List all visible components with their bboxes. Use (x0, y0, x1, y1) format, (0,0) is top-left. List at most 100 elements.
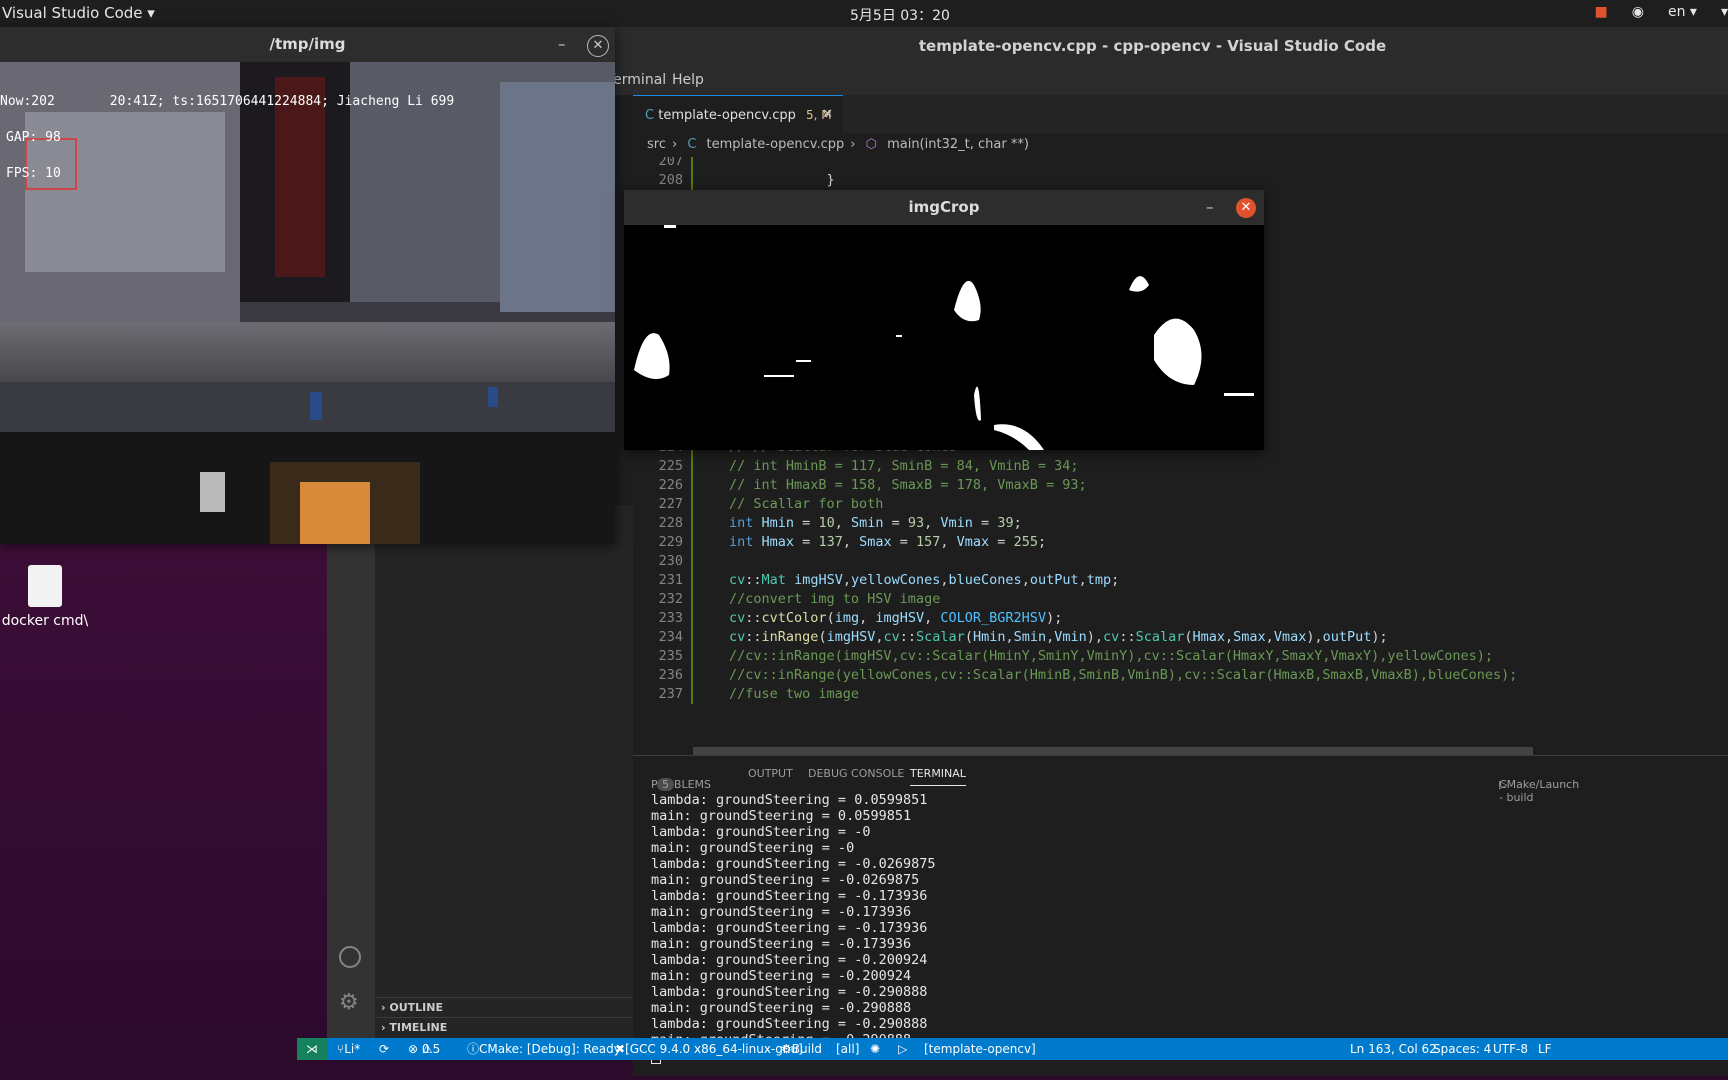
overlay-text: Now:202 20:41Z; ts:1651706441224884; Jiac… (0, 94, 455, 181)
code-line[interactable]: 226 // int HmaxB = 158, SmaxB = 178, Vmax… (633, 476, 1728, 495)
account-icon[interactable] (339, 946, 361, 968)
terminal-line: main: groundSteering = -0.0269875 (651, 872, 920, 888)
code-line[interactable]: 234 cv::inRange(imgHSV,cv::Scalar(Hmin,Sm… (633, 628, 1728, 647)
problems-status[interactable]: ⊗ 0 ⚠ 5 (408, 1038, 440, 1060)
remote-icon[interactable]: ⋊ (297, 1038, 327, 1060)
code-text: // int HminB = 117, SminB = 84, VminB = … (729, 458, 1079, 474)
code-line[interactable]: 235 //cv::inRange(imgHSV,cv::Scalar(HminY… (633, 647, 1728, 666)
line-number: 230 (658, 553, 683, 569)
code-line[interactable]: 208 } (633, 171, 1728, 190)
code-text: int Hmin = 10, Smin = 93, Vmin = 39; (729, 515, 1022, 531)
side-bar: › OUTLINE › TIMELINE (375, 505, 635, 1060)
line-number: 228 (658, 515, 683, 531)
image-window: /tmp/img – ✕ Now:202 20:41Z; ts:165170644… (0, 27, 615, 544)
line-number: 226 (658, 477, 683, 493)
tab-terminal[interactable]: TERMINAL (910, 767, 966, 786)
menu-help[interactable]: Help (672, 72, 704, 88)
run-icon[interactable]: ▷ (898, 1038, 907, 1060)
minimize-icon[interactable]: – (558, 35, 566, 53)
status-bar: ⋊ ⑂ Li* ⟳ ⊗ 0 ⚠ 5 ⓘ CMake: [Debug]: Read… (297, 1038, 1728, 1060)
cmake-status[interactable]: ⓘ CMake: [Debug]: Ready (467, 1038, 621, 1060)
line-number: 231 (658, 572, 683, 588)
close-icon[interactable]: ✕ (822, 96, 833, 134)
breadcrumb-file[interactable]: template-opencv.cpp (707, 137, 845, 152)
code-line[interactable]: 207 (633, 157, 1728, 171)
problems-count-badge: 5 (657, 778, 674, 791)
launch-target[interactable]: [template-opencv] (924, 1038, 1036, 1060)
terminal-line: main: groundSteering = -0.290888 (651, 1000, 912, 1016)
line-number: 232 (658, 591, 683, 607)
git-gutter-indicator (691, 157, 693, 171)
close-icon[interactable]: ✕ (587, 35, 609, 57)
line-number: 208 (658, 172, 683, 188)
tab-output[interactable]: OUTPUT (748, 767, 793, 780)
document-icon (28, 565, 62, 607)
line-number: 236 (658, 667, 683, 683)
terminal-line: lambda: groundSteering = -0.200924 (651, 952, 928, 968)
debug-icon[interactable]: ✺ (870, 1038, 880, 1060)
encoding[interactable]: UTF-8 (1493, 1038, 1528, 1060)
terminal-line: lambda: groundSteering = 0.0599851 (651, 792, 928, 808)
git-gutter-indicator (691, 533, 693, 552)
sync-icon[interactable]: ⟳ (379, 1038, 389, 1060)
code-line[interactable]: 229 int Hmax = 137, Smax = 157, Vmax = 25… (633, 533, 1728, 552)
terminal-line: main: groundSteering = -0.173936 (651, 936, 912, 952)
terminal-line: lambda: groundSteering = -0.290888 (651, 1016, 928, 1032)
code-line[interactable]: 232 //convert img to HSV image (633, 590, 1728, 609)
terminal-output[interactable]: lambda: groundSteering = 0.0599851 main: … (651, 792, 1721, 1064)
wifi-icon[interactable]: ▾ (1721, 4, 1728, 20)
code-line[interactable]: 233 cv::cvtColor(img, imgHSV, COLOR_BGR2H… (633, 609, 1728, 628)
code-text: //cv::inRange(imgHSV,cv::Scalar(HminY,Sm… (729, 648, 1494, 664)
line-number: 229 (658, 534, 683, 550)
screen-record-icon[interactable]: ■ (1595, 4, 1608, 20)
discord-icon[interactable]: ◉ (1632, 4, 1644, 20)
indentation[interactable]: Spaces: 4 (1433, 1038, 1491, 1060)
cpp-file-icon: C (687, 137, 697, 152)
terminal-line: lambda: groundSteering = -0 (651, 824, 871, 840)
code-line[interactable]: 237 //fuse two image (633, 685, 1728, 704)
breadcrumb-symbol[interactable]: main(int32_t, char **) (887, 137, 1029, 152)
minimize-icon[interactable]: – (1206, 198, 1214, 216)
close-icon[interactable]: ✕ (1236, 198, 1256, 218)
line-number: 233 (658, 610, 683, 626)
git-gutter-indicator (691, 552, 693, 571)
menu-terminal[interactable]: Terminal (607, 72, 666, 88)
kit-status[interactable]: ✖ [GCC 9.4.0 x86_64-linux-gnu] (615, 1038, 803, 1060)
line-ending[interactable]: LF (1538, 1038, 1552, 1060)
code-line[interactable]: 231 cv::Mat imgHSV,yellowCones,blueCones,… (633, 571, 1728, 590)
outline-section[interactable]: › OUTLINE (375, 997, 635, 1017)
cursor-position[interactable]: Ln 163, Col 62 (1350, 1038, 1437, 1060)
language-indicator[interactable]: en ▾ (1668, 4, 1697, 20)
app-menu[interactable]: Visual Studio Code ▾ (2, 4, 155, 22)
git-gutter-indicator (691, 666, 693, 685)
code-text: // Scallar for both (729, 496, 884, 512)
timeline-section[interactable]: › TIMELINE (375, 1017, 635, 1037)
threshold-mask-image (624, 225, 1264, 450)
code-text: //cv::inRange(yellowCones,cv::Scalar(Hmi… (729, 667, 1518, 683)
breadcrumb-src[interactable]: src (647, 137, 666, 152)
tab-template-opencv[interactable]: C template-opencv.cpp 5, M ✕ (633, 95, 843, 133)
code-line[interactable]: 236 //cv::inRange(yellowCones,cv::Scalar(… (633, 666, 1728, 685)
clock[interactable]: 5月5日 03：20 (850, 5, 950, 25)
code-text: cv::Mat imgHSV,yellowCones,blueCones,out… (729, 572, 1120, 588)
terminal-line: main: groundSteering = -0 (651, 840, 855, 856)
code-text: //convert img to HSV image (729, 591, 941, 607)
code-line[interactable]: 225 // int HminB = 117, SminB = 84, VminB… (633, 457, 1728, 476)
code-line[interactable]: 228 int Hmin = 10, Smin = 93, Vmin = 39; (633, 514, 1728, 533)
code-text: // int HmaxB = 158, SmaxB = 178, VmaxB =… (729, 477, 1087, 493)
desktop-icon-docker-cmd[interactable]: docker cmd\ (0, 565, 90, 629)
git-gutter-indicator (691, 457, 693, 476)
terminal-line: lambda: groundSteering = -0.173936 (651, 888, 928, 904)
code-text: int Hmax = 137, Smax = 157, Vmax = 255; (729, 534, 1047, 550)
build-target[interactable]: [all] (836, 1038, 859, 1060)
code-line[interactable]: 230 (633, 552, 1728, 571)
build-button[interactable]: ⚙ Build (781, 1038, 822, 1060)
bottom-panel: PROBLEMS 5 OUTPUT DEBUG CONSOLE TERMINAL … (633, 755, 1728, 1076)
gear-icon[interactable]: ⚙ (339, 990, 359, 1015)
horizontal-scrollbar[interactable] (693, 747, 1533, 755)
branch-status[interactable]: ⑂ Li* (337, 1038, 360, 1060)
tab-debug-console[interactable]: DEBUG CONSOLE (808, 767, 904, 780)
code-line[interactable]: 227 // Scallar for both (633, 495, 1728, 514)
imgcrop-window: imgCrop – ✕ (624, 190, 1264, 450)
image-window-title: /tmp/img (0, 27, 615, 62)
